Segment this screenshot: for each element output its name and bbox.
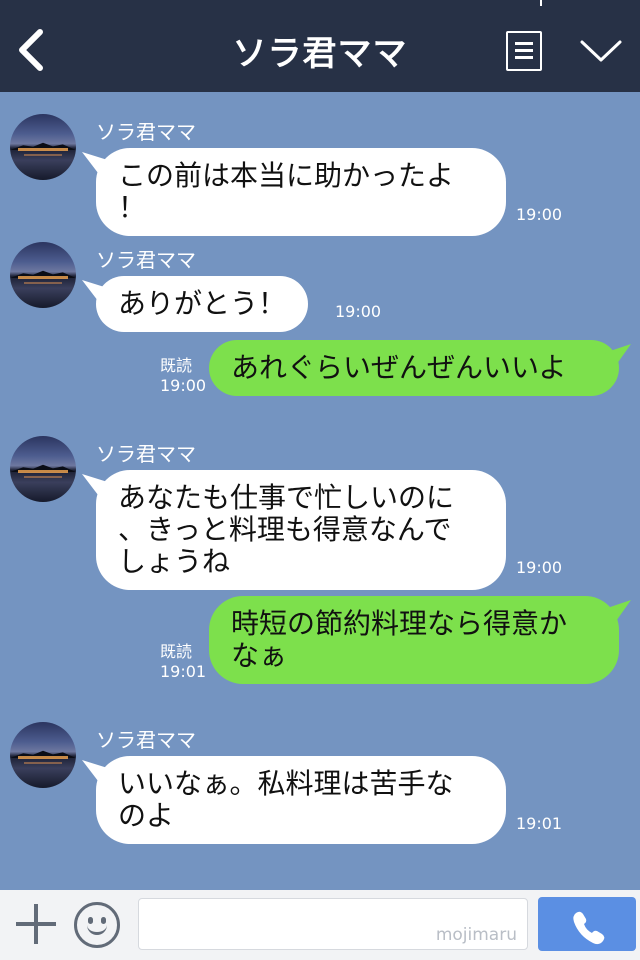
incoming-message[interactable]: あなたも仕事で忙しいのに 、きっと料理も得意なんで しょうね — [96, 470, 506, 590]
message-time: 19:01 — [516, 814, 563, 833]
incoming-message[interactable]: この前は本当に助かったよ ！ — [96, 148, 506, 236]
read-label: 既読 — [160, 356, 193, 375]
read-label: 既読 — [160, 642, 193, 661]
incoming-message[interactable]: いいなぁ。私料理は苦手な のよ — [96, 756, 506, 844]
message-composer: mojimaru — [0, 890, 640, 960]
chat-header: ソラ君ママ — [0, 0, 640, 92]
call-button[interactable] — [538, 897, 636, 951]
avatar[interactable] — [10, 242, 76, 308]
sender-name: ソラ君ママ — [96, 728, 196, 752]
note-icon[interactable] — [506, 31, 542, 71]
smile-icon[interactable] — [74, 902, 120, 948]
watermark: mojimaru — [435, 925, 517, 945]
avatar[interactable] — [10, 722, 76, 788]
read-receipt: 既読 19:01 — [160, 642, 206, 682]
chat-title: ソラ君ママ — [232, 34, 408, 74]
avatar[interactable] — [10, 436, 76, 502]
sender-name: ソラ君ママ — [96, 248, 196, 272]
outgoing-message[interactable]: 時短の節約料理なら得意か なぁ — [209, 596, 619, 684]
read-receipt: 既読 19:00 — [160, 356, 206, 396]
plus-icon[interactable] — [16, 904, 56, 944]
sender-name: ソラ君ママ — [96, 120, 196, 144]
incoming-message[interactable]: ありがとう！ — [96, 276, 309, 332]
phone-icon — [573, 911, 605, 945]
outgoing-message[interactable]: あれぐらいぜんぜんいいよ — [209, 340, 619, 396]
avatar[interactable] — [10, 114, 76, 180]
sender-name: ソラ君ママ — [96, 442, 196, 466]
chevron-down-icon[interactable] — [578, 36, 624, 66]
message-list[interactable]: ソラ君ママ この前は本当に助かったよ ！ 19:00 ソラ君ママ ありがとう！ … — [0, 92, 640, 890]
message-time: 19:00 — [335, 302, 382, 321]
message-input[interactable]: mojimaru — [138, 898, 528, 950]
message-time: 19:00 — [516, 558, 563, 577]
status-mark — [540, 0, 542, 6]
message-time: 19:00 — [160, 376, 207, 395]
message-time: 19:00 — [516, 205, 563, 224]
message-time: 19:01 — [160, 662, 207, 681]
